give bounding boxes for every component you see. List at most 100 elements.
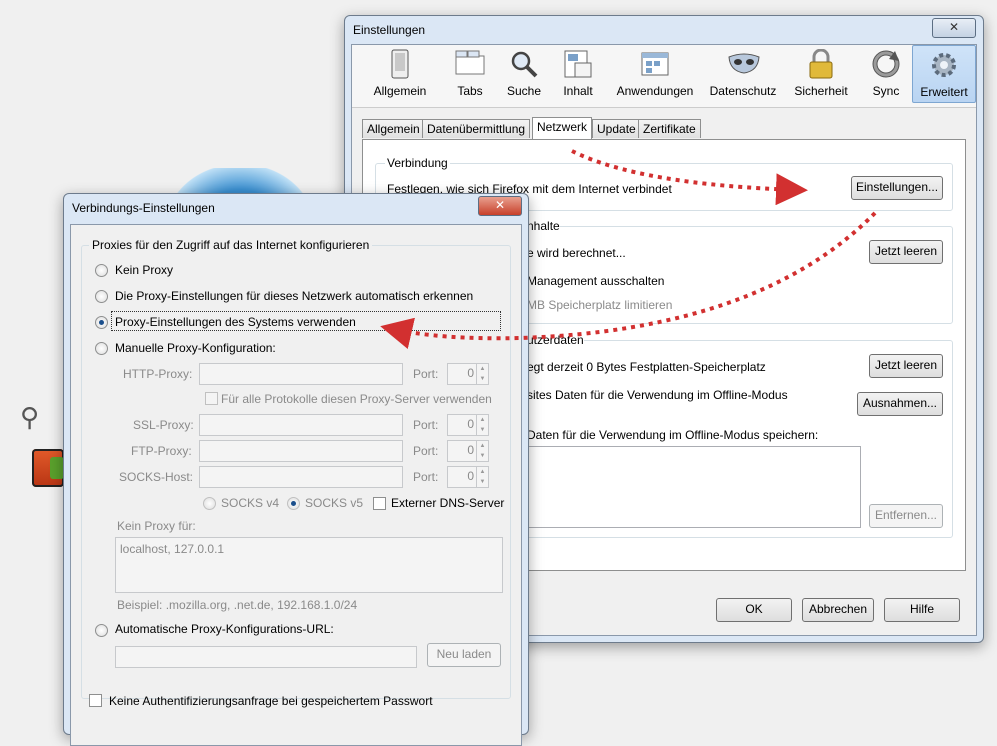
system-proxy-radio[interactable] [95, 316, 108, 329]
http-proxy-label: HTTP-Proxy: [123, 367, 193, 381]
lock-icon [805, 48, 837, 81]
no-auth-label[interactable]: Keine Authentifizierungsanfrage bei gesp… [109, 694, 433, 708]
gear-icon [928, 50, 960, 82]
ssl-port-stepper[interactable]: 0 ▲ ▼ [447, 414, 489, 436]
toolbar-anwendungen[interactable]: Anwendungen [610, 45, 700, 101]
dialog-title: Verbindungs-Einstellungen [72, 201, 215, 215]
toolbar-sicherheit[interactable]: Sicherheit [790, 45, 852, 101]
no-proxy-for-label: Kein Proxy für: [117, 519, 196, 533]
toolbar-tabs[interactable]: Tabs [442, 45, 498, 101]
cache-limit-label: MB Speicherplatz limitieren [527, 298, 673, 312]
tab-update[interactable]: Update [592, 119, 641, 138]
cancel-button[interactable]: Abbrechen [802, 598, 874, 622]
connection-settings-dialog: Verbindungs-Einstellungen ✕ Proxies für … [63, 193, 529, 746]
reload-button[interactable]: Neu laden [427, 643, 501, 667]
help-button[interactable]: Hilfe [884, 598, 960, 622]
offline-clear-button[interactable]: Jetzt leeren [869, 354, 943, 378]
cache-clear-button[interactable]: Jetzt leeren [869, 240, 943, 264]
remote-dns-checkbox[interactable] [373, 497, 386, 510]
stepper-arrows-icon[interactable]: ▲ ▼ [476, 441, 488, 461]
manual-proxy-label[interactable]: Manuelle Proxy-Konfiguration: [115, 341, 276, 355]
toolbar-allgemein[interactable]: Allgemein [364, 45, 436, 101]
dialog-close-button[interactable]: ✕ [478, 196, 522, 216]
offline-usage-text: egt derzeit 0 Bytes Festplatten-Speicher… [527, 360, 766, 374]
manual-proxy-radio[interactable] [95, 342, 108, 355]
port-value: 0 [467, 469, 474, 483]
ssl-proxy-input[interactable] [199, 414, 403, 436]
socks-port-stepper[interactable]: 0 ▲ ▼ [447, 466, 489, 488]
ok-button[interactable]: OK [716, 598, 792, 622]
stepper-arrows-icon[interactable]: ▲ ▼ [476, 364, 488, 384]
firefox-app-icon[interactable] [32, 449, 64, 487]
ssl-proxy-label: SSL-Proxy: [133, 418, 194, 432]
stepper-arrows-icon[interactable]: ▲ ▼ [476, 467, 488, 487]
no-proxy-radio[interactable] [95, 264, 108, 277]
offline-group-title: utzerdaten [527, 333, 584, 347]
toolbar-suche[interactable]: Suche [500, 45, 548, 101]
search-icon[interactable]: ⚲ [20, 402, 39, 433]
toolbar-datenschutz[interactable]: Datenschutz [706, 45, 780, 101]
proxy-group-title: Proxies für den Zugriff auf das Internet… [89, 238, 373, 252]
category-toolbar: Allgemein Tabs Suche Inhalt Anwendungen … [352, 45, 976, 108]
tab-zertifikate[interactable]: Zertifikate [638, 119, 701, 138]
cache-management-label[interactable]: Management ausschalten [527, 274, 664, 288]
offline-remove-button[interactable]: Entfernen... [869, 504, 943, 528]
offline-list-label: Daten für die Verwendung im Offline-Modu… [527, 428, 819, 442]
http-port-label: Port: [413, 367, 439, 381]
no-auth-checkbox[interactable] [89, 694, 102, 707]
window-title: Einstellungen [353, 23, 426, 37]
no-proxy-label[interactable]: Kein Proxy [115, 263, 173, 277]
toolbar-label: Sicherheit [794, 84, 848, 98]
auto-detect-radio[interactable] [95, 290, 108, 303]
auto-url-input[interactable] [115, 646, 417, 668]
toolbar-sync[interactable]: Sync [864, 45, 908, 101]
connection-settings-button[interactable]: Einstellungen... [851, 176, 943, 200]
toolbar-label: Sync [872, 84, 900, 98]
content-icon [562, 49, 594, 81]
socks5-radio[interactable] [287, 497, 300, 510]
port-value: 0 [467, 417, 474, 431]
toolbar-inhalt[interactable]: Inhalt [556, 45, 600, 101]
auto-url-label[interactable]: Automatische Proxy-Konfigurations-URL: [115, 622, 334, 636]
toolbar-label: Erweitert [920, 85, 968, 99]
offline-notify-label[interactable]: sites Daten für die Verwendung im Offlin… [527, 388, 788, 402]
socks-host-label: SOCKS-Host: [119, 470, 194, 484]
offline-exceptions-button[interactable]: Ausnahmen... [857, 392, 943, 416]
cache-usage-text: e wird berechnet... [527, 246, 626, 260]
socks-host-input[interactable] [199, 466, 403, 488]
system-proxy-label[interactable]: Proxy-Einstellungen des Systems verwende… [115, 315, 356, 329]
toolbar-erweitert[interactable]: Erweitert [912, 45, 976, 103]
mask-icon [727, 49, 760, 81]
stepper-arrows-icon[interactable]: ▲ ▼ [476, 415, 488, 435]
magnifier-icon [508, 49, 540, 81]
toolbar-label: Allgemein [373, 84, 427, 98]
tab-allgemein[interactable]: Allgemein [362, 119, 425, 138]
ftp-port-label: Port: [413, 444, 439, 458]
remote-dns-label[interactable]: Externer DNS-Server [391, 496, 504, 510]
socks-port-label: Port: [413, 470, 439, 484]
all-protocols-label: Für alle Protokolle diesen Proxy-Server … [221, 392, 492, 406]
dialog-client: Proxies für den Zugriff auf das Internet… [70, 224, 522, 746]
ftp-proxy-input[interactable] [199, 440, 403, 462]
toolbar-label: Inhalt [563, 84, 593, 98]
ftp-port-stepper[interactable]: 0 ▲ ▼ [447, 440, 489, 462]
http-port-stepper[interactable]: 0 ▲ ▼ [447, 363, 489, 385]
connection-group-title: Verbindung [385, 156, 450, 170]
all-protocols-checkbox[interactable] [205, 392, 218, 405]
auto-detect-label[interactable]: Die Proxy-Einstellungen für dieses Netzw… [115, 289, 473, 303]
tab-netzwerk[interactable]: Netzwerk [532, 117, 593, 139]
toolbar-label: Tabs [457, 84, 483, 98]
switch-icon [384, 49, 416, 81]
tab-datenuebermittlung[interactable]: Datenübermittlung [422, 119, 531, 138]
auto-url-radio[interactable] [95, 624, 108, 637]
socks4-radio[interactable] [203, 497, 216, 510]
offline-sites-list[interactable] [523, 446, 861, 528]
http-proxy-input[interactable] [199, 363, 403, 385]
toolbar-label: Suche [506, 84, 542, 98]
advanced-tabs: Allgemein Datenübermittlung Netzwerk Upd… [362, 117, 962, 139]
ssl-port-label: Port: [413, 418, 439, 432]
close-button[interactable]: ✕ [932, 18, 976, 38]
no-proxy-for-textarea[interactable]: localhost, 127.0.0.1 [115, 537, 503, 593]
no-proxy-for-value: localhost, 127.0.0.1 [120, 542, 225, 556]
toolbar-label: Anwendungen [616, 84, 694, 98]
